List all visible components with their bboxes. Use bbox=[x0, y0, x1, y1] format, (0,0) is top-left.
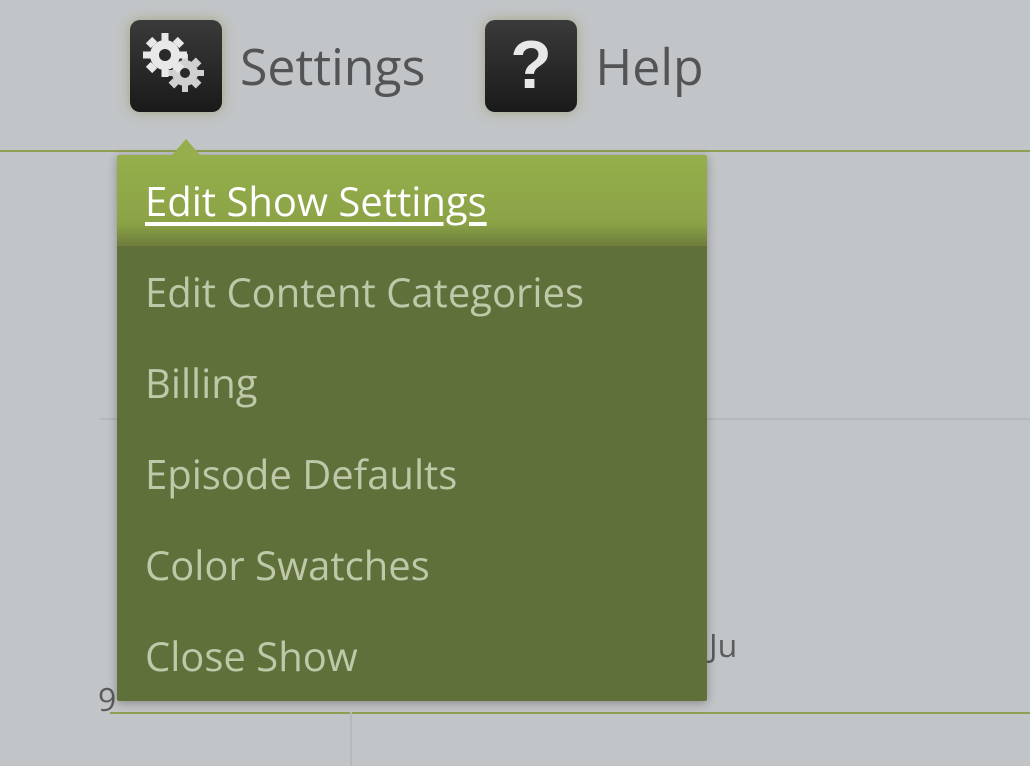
settings-button[interactable]: Settings bbox=[130, 20, 425, 112]
toolbar: Settings ? Help bbox=[0, 0, 1030, 132]
calendar-col-label: Ju bbox=[709, 624, 737, 667]
settings-dropdown: Edit Show Settings Edit Content Categori… bbox=[117, 155, 707, 701]
menu-edit-show-settings[interactable]: Edit Show Settings bbox=[117, 155, 707, 246]
calendar-row-label: 9 bbox=[98, 678, 116, 721]
menu-billing[interactable]: Billing bbox=[117, 337, 707, 428]
gears-icon bbox=[130, 20, 222, 112]
question-icon: ? bbox=[485, 20, 577, 112]
dropdown-arrow bbox=[172, 139, 200, 155]
settings-label: Settings bbox=[240, 32, 425, 100]
help-button[interactable]: ? Help bbox=[485, 20, 703, 112]
menu-close-show[interactable]: Close Show bbox=[117, 610, 707, 701]
menu-episode-defaults[interactable]: Episode Defaults bbox=[117, 428, 707, 519]
svg-text:?: ? bbox=[511, 30, 553, 102]
toolbar-divider bbox=[0, 150, 1030, 152]
menu-color-swatches[interactable]: Color Swatches bbox=[117, 519, 707, 610]
menu-edit-content-categories[interactable]: Edit Content Categories bbox=[117, 246, 707, 337]
help-label: Help bbox=[595, 32, 703, 100]
